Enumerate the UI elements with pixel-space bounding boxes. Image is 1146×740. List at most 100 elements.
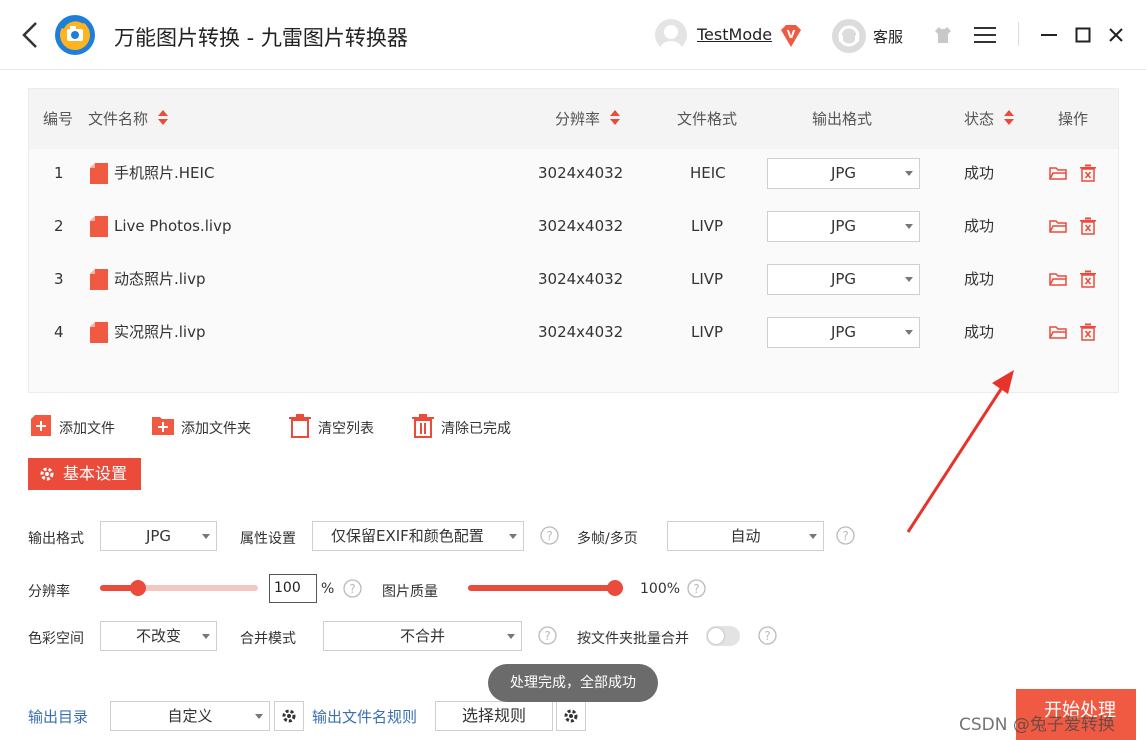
chevron-down-icon: [509, 534, 517, 539]
clear-completed-label: 清除已完成: [441, 421, 511, 437]
file-table: 编号 文件名称 分辨率 文件格式 输出格式 状态 操作 1 手机照片.HEIC …: [28, 88, 1119, 393]
chevron-down-icon: [905, 171, 913, 176]
delete-icon[interactable]: [1079, 164, 1097, 182]
app-title: 万能图片转换 - 九雷图片转换器: [114, 26, 408, 50]
chevron-down-icon: [905, 330, 913, 335]
gear-icon: [282, 709, 296, 723]
watermark: CSDN @兔子爱转换: [959, 715, 1115, 735]
clear-completed-button[interactable]: 清除已完成: [411, 413, 521, 441]
basic-settings-label: 基本设置: [63, 464, 128, 483]
output-directory-settings-button[interactable]: [274, 701, 304, 731]
quality-slider-fill: [468, 585, 623, 591]
filename-rule-settings-button[interactable]: [556, 701, 586, 731]
resolution-slider-thumb[interactable]: [129, 580, 146, 596]
row-output-format-value: JPG: [830, 217, 857, 235]
column-header-resolution[interactable]: 分辨率: [555, 89, 621, 149]
close-icon[interactable]: [1108, 27, 1124, 43]
row-status: 成功: [964, 217, 995, 235]
quality-slider[interactable]: [468, 580, 623, 596]
merge-mode-select[interactable]: 不合并: [323, 621, 522, 651]
attribute-settings-select[interactable]: 仅保留EXIF和颜色配置: [312, 521, 524, 551]
image-file-icon: [90, 322, 108, 343]
table-row[interactable]: 3 动态照片.livp 3024x4032 LIVP JPG 成功: [29, 253, 1118, 306]
column-header-status-label: 状态: [964, 110, 995, 128]
row-status: 成功: [964, 164, 995, 182]
resolution-label: 分辨率: [28, 584, 70, 600]
color-space-label: 色彩空间: [28, 631, 84, 647]
delete-icon[interactable]: [1079, 323, 1097, 341]
resolution-unit: %: [321, 581, 335, 597]
table-row[interactable]: 1 手机照片.HEIC 3024x4032 HEIC JPG 成功: [29, 147, 1118, 200]
row-resolution: 3024x4032: [538, 323, 624, 341]
attribute-settings-label: 属性设置: [240, 531, 296, 547]
add-file-button[interactable]: 添加文件: [30, 413, 122, 441]
chevron-down-icon: [809, 534, 817, 539]
quality-value: 100%: [640, 581, 681, 597]
row-file-format: LIVP: [691, 323, 724, 341]
help-icon[interactable]: ?: [538, 626, 557, 645]
menu-hamburger-icon[interactable]: [974, 26, 996, 44]
multiframe-value: 自动: [730, 527, 761, 545]
vip-badge-label: V: [787, 28, 796, 41]
minimize-icon[interactable]: [1041, 27, 1057, 43]
row-status: 成功: [964, 270, 995, 288]
back-arrow-icon[interactable]: [18, 20, 42, 50]
row-output-format-value: JPG: [830, 323, 857, 341]
chevron-down-icon: [905, 224, 913, 229]
row-resolution: 3024x4032: [538, 164, 624, 182]
table-row[interactable]: 2 Live Photos.livp 3024x4032 LIVP JPG 成功: [29, 200, 1118, 253]
add-folder-button[interactable]: 添加文件夹: [151, 413, 261, 441]
sort-icon[interactable]: [609, 109, 621, 127]
row-file-name: 动态照片.livp: [114, 270, 206, 288]
column-header-name[interactable]: 文件名称: [88, 89, 169, 149]
help-icon[interactable]: ?: [687, 579, 706, 598]
batch-merge-toggle[interactable]: [706, 626, 740, 646]
row-output-format-select[interactable]: JPG: [767, 317, 920, 348]
help-icon[interactable]: ?: [343, 579, 362, 598]
customer-service-label[interactable]: 客服: [873, 26, 903, 47]
sort-icon[interactable]: [157, 109, 169, 127]
user-name-link[interactable]: TestMode: [697, 25, 772, 44]
add-file-label: 添加文件: [59, 421, 115, 437]
resolution-slider[interactable]: [100, 580, 258, 596]
row-output-format-select[interactable]: JPG: [767, 264, 920, 295]
maximize-icon[interactable]: [1075, 27, 1091, 43]
open-folder-icon[interactable]: [1049, 270, 1067, 288]
skin-shirt-icon[interactable]: [933, 25, 953, 45]
help-icon[interactable]: ?: [758, 626, 777, 645]
output-format-select[interactable]: JPG: [100, 521, 217, 551]
open-folder-icon[interactable]: [1049, 164, 1067, 182]
svg-text:?: ?: [764, 629, 770, 643]
row-output-format-select[interactable]: JPG: [767, 158, 920, 189]
headset-icon: [838, 25, 860, 47]
customer-service-avatar[interactable]: [832, 19, 866, 53]
basic-settings-tab[interactable]: 基本设置: [28, 458, 141, 490]
delete-icon[interactable]: [1079, 217, 1097, 235]
quality-slider-thumb[interactable]: [607, 580, 623, 596]
select-rule-button[interactable]: 选择规则: [435, 701, 553, 731]
open-folder-icon[interactable]: [1049, 323, 1067, 341]
output-directory-value: 自定义: [167, 707, 213, 725]
add-folder-label: 添加文件夹: [181, 421, 251, 437]
output-directory-select[interactable]: 自定义: [110, 701, 270, 731]
row-index: 3: [54, 270, 64, 288]
resolution-input[interactable]: 100: [269, 574, 317, 603]
table-row[interactable]: 4 实况照片.livp 3024x4032 LIVP JPG 成功: [29, 306, 1118, 359]
color-space-select[interactable]: 不改变: [100, 621, 217, 651]
chevron-down-icon: [202, 634, 210, 639]
column-header-status[interactable]: 状态: [964, 89, 1015, 149]
row-output-format-select[interactable]: JPG: [767, 211, 920, 242]
help-icon[interactable]: ?: [836, 526, 855, 545]
row-file-format: LIVP: [691, 217, 724, 235]
clear-list-button[interactable]: 清空列表: [288, 413, 380, 441]
quality-label: 图片质量: [382, 584, 438, 600]
user-avatar[interactable]: [655, 19, 687, 51]
sort-icon[interactable]: [1003, 109, 1015, 127]
multiframe-select[interactable]: 自动: [667, 521, 824, 551]
help-icon[interactable]: ?: [540, 526, 559, 545]
trash-lines-icon: [412, 414, 434, 438]
delete-icon[interactable]: [1079, 270, 1097, 288]
open-folder-icon[interactable]: [1049, 217, 1067, 235]
row-file-name: 手机照片.HEIC: [114, 164, 215, 182]
svg-text:?: ?: [349, 582, 355, 596]
